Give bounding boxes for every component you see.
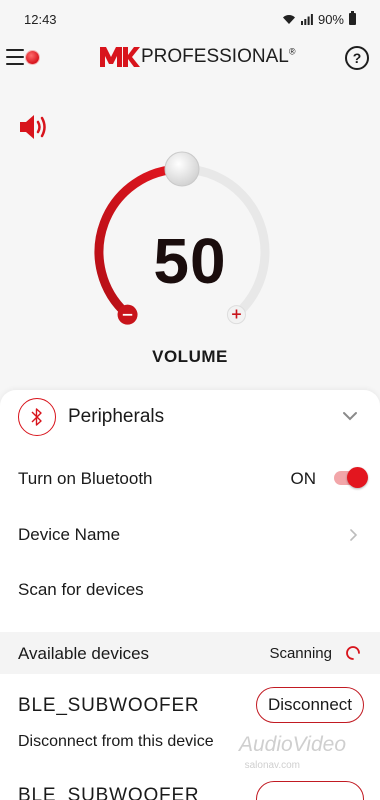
device-name-label: Device Name [18, 525, 121, 544]
disconnect-button[interactable]: Disconnect [256, 687, 364, 723]
notification-dot [26, 51, 39, 64]
scan-row[interactable]: Scan for devices [0, 566, 380, 614]
device-name: BLE_SUBWOOFER [18, 785, 200, 800]
bluetooth-icon [18, 398, 56, 436]
peripherals-title: Peripherals [68, 406, 165, 427]
signal-icon [300, 13, 313, 25]
plus-icon: + [231, 307, 243, 323]
volume-up-button[interactable]: + [226, 305, 246, 325]
volume-knob[interactable] [164, 151, 200, 187]
bluetooth-label: Turn on Bluetooth [18, 469, 153, 488]
wifi-icon [282, 14, 295, 24]
app-header: PROFESSIONAL® ? [0, 38, 380, 80]
bluetooth-state: ON [290, 469, 317, 488]
status-bar: 12:43 90% [0, 0, 380, 38]
battery-icon [349, 11, 356, 25]
brand-name: PROFESSIONAL® [141, 46, 296, 67]
available-devices-label: Available devices [18, 644, 150, 663]
device-subtitle: Disconnect from this device [18, 733, 214, 750]
scanning-status: Scanning [269, 645, 332, 662]
chevron-down-icon[interactable] [342, 408, 358, 424]
volume-label: VOLUME [152, 347, 228, 366]
speaker-icon[interactable] [18, 113, 50, 141]
help-button[interactable]: ? [345, 46, 369, 70]
bluetooth-toggle[interactable] [334, 467, 368, 488]
chevron-right-icon [350, 529, 358, 541]
bluetooth-row: Turn on Bluetooth ON [0, 455, 380, 503]
brand-logo: PROFESSIONAL® [100, 46, 295, 68]
minus-icon: − [121, 306, 134, 324]
status-time: 12:43 [24, 11, 57, 27]
volume-value: 50 [153, 225, 227, 297]
volume-down-button[interactable]: − [117, 304, 138, 325]
available-devices-header: Available devices Scanning [0, 632, 380, 674]
battery-percent: 90% [317, 11, 344, 27]
device-name-row[interactable]: Device Name [0, 511, 380, 559]
help-icon: ? [352, 50, 362, 66]
menu-icon[interactable] [6, 49, 24, 65]
device-action-button[interactable] [256, 781, 364, 800]
status-icons: 90% [282, 11, 356, 27]
spinner-icon [346, 646, 360, 660]
scan-label: Scan for devices [18, 580, 144, 599]
mk-logo-icon [100, 47, 140, 67]
watermark: AudioVideo [238, 733, 346, 756]
watermark-sub: salonav.com [244, 760, 300, 771]
peripherals-header[interactable]: Peripherals [0, 390, 380, 446]
device-name: BLE_SUBWOOFER [18, 695, 200, 716]
